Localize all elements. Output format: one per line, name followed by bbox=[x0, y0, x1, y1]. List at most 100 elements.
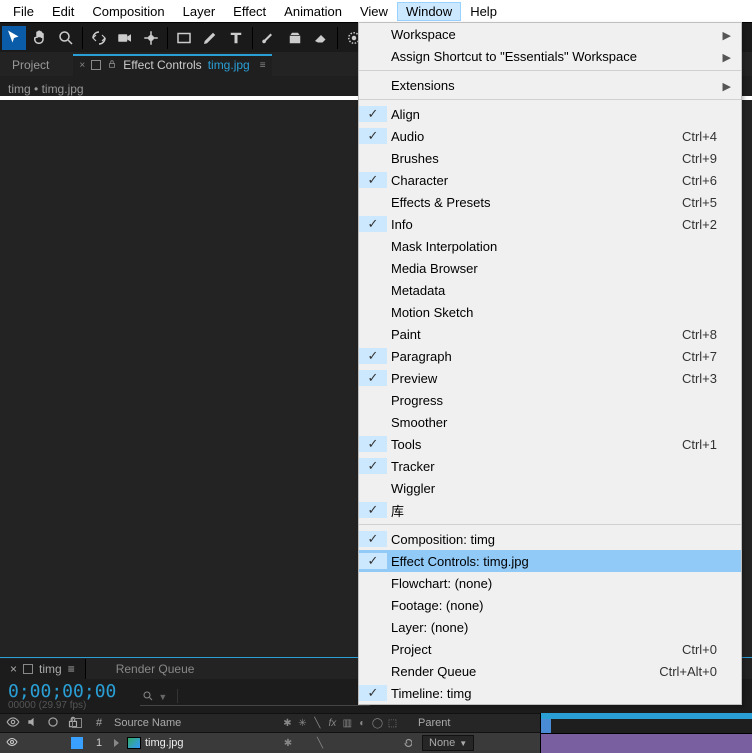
menu-item[interactable]: Wiggler bbox=[359, 477, 741, 499]
comp-icon bbox=[23, 664, 33, 674]
check-icon: ✓ bbox=[359, 436, 387, 452]
menu-item[interactable]: Effects & PresetsCtrl+5 bbox=[359, 191, 741, 213]
twirl-icon[interactable] bbox=[114, 739, 119, 747]
eye-column-icon[interactable] bbox=[6, 715, 20, 732]
menu-item[interactable]: ✓ParagraphCtrl+7 bbox=[359, 345, 741, 367]
selection-tool[interactable] bbox=[2, 26, 26, 50]
zoom-tool[interactable] bbox=[54, 26, 78, 50]
source-name-column-header[interactable]: Source Name bbox=[114, 717, 181, 729]
menu-animation[interactable]: Animation bbox=[275, 2, 351, 21]
camera-tool[interactable] bbox=[113, 26, 137, 50]
parent-dropdown[interactable]: None ▼ bbox=[422, 735, 474, 751]
layer-label-color[interactable] bbox=[71, 737, 83, 749]
layer-switch[interactable]: ✱ bbox=[282, 737, 294, 749]
check-icon: ✓ bbox=[359, 685, 387, 701]
menu-shortcut: Ctrl+Alt+0 bbox=[647, 664, 717, 679]
menu-item[interactable]: Media Browser bbox=[359, 257, 741, 279]
layer-switch[interactable] bbox=[330, 737, 342, 749]
menu-item[interactable]: BrushesCtrl+9 bbox=[359, 147, 741, 169]
speaker-column-icon[interactable] bbox=[26, 715, 40, 732]
label-column-icon[interactable] bbox=[72, 718, 82, 728]
menu-item[interactable]: ✓Timeline: timg bbox=[359, 682, 741, 704]
layer-switch[interactable]: ╲ bbox=[314, 737, 326, 749]
layer-switch[interactable] bbox=[298, 737, 310, 749]
menu-item[interactable]: ✓AudioCtrl+4 bbox=[359, 125, 741, 147]
menu-effect[interactable]: Effect bbox=[224, 2, 275, 21]
menu-composition[interactable]: Composition bbox=[83, 2, 173, 21]
menu-item[interactable]: ✓Effect Controls: timg.jpg bbox=[359, 550, 741, 572]
shy-switch-icon[interactable]: ✱ bbox=[282, 717, 293, 729]
parent-value: None bbox=[429, 737, 455, 749]
menu-item-label: Paragraph bbox=[387, 349, 670, 364]
check-icon: ✓ bbox=[359, 531, 387, 547]
rectangle-tool[interactable] bbox=[172, 26, 196, 50]
menu-item[interactable]: Workspace▶ bbox=[359, 23, 741, 45]
menu-item[interactable]: ✓InfoCtrl+2 bbox=[359, 213, 741, 235]
layer-visibility-toggle[interactable] bbox=[6, 736, 18, 751]
menu-item[interactable]: ✓Composition: timg bbox=[359, 528, 741, 550]
timeline-ruler[interactable] bbox=[540, 713, 752, 753]
menu-item[interactable]: Smoother bbox=[359, 411, 741, 433]
menu-edit[interactable]: Edit bbox=[43, 2, 83, 21]
tab-effect-controls[interactable]: × Effect Controls timg.jpg ≡ bbox=[73, 54, 271, 76]
pen-tool[interactable] bbox=[198, 26, 222, 50]
current-timecode[interactable]: 0;00;00;00 bbox=[0, 681, 124, 702]
menu-item[interactable]: ✓Align bbox=[359, 103, 741, 125]
brush-tool[interactable] bbox=[257, 26, 281, 50]
3d-switch-icon[interactable]: ⬚ bbox=[387, 717, 398, 729]
tab-project[interactable]: Project bbox=[6, 54, 55, 76]
timeline-tab-render-queue[interactable]: Render Queue bbox=[86, 662, 195, 676]
menu-item[interactable]: ProjectCtrl+0 bbox=[359, 638, 741, 660]
close-icon[interactable]: × bbox=[10, 662, 17, 676]
adjustment-icon[interactable]: ◯ bbox=[372, 717, 383, 729]
layer-search-input[interactable]: ▼ bbox=[140, 687, 370, 706]
menu-item[interactable]: ✓Tracker bbox=[359, 455, 741, 477]
quality-switch-icon[interactable]: ╲ bbox=[312, 717, 323, 729]
menu-item[interactable]: Metadata bbox=[359, 279, 741, 301]
check-icon: ✓ bbox=[359, 216, 387, 232]
menu-shortcut: Ctrl+6 bbox=[670, 173, 717, 188]
menu-item[interactable]: Motion Sketch bbox=[359, 301, 741, 323]
panel-menu-icon[interactable]: ≡ bbox=[68, 662, 75, 676]
menu-item[interactable]: Flowchart: (none) bbox=[359, 572, 741, 594]
orbit-tool[interactable] bbox=[87, 26, 111, 50]
menu-item[interactable]: ✓CharacterCtrl+6 bbox=[359, 169, 741, 191]
menu-item[interactable]: PaintCtrl+8 bbox=[359, 323, 741, 345]
frame-blend-icon[interactable]: ▥ bbox=[342, 717, 353, 729]
motion-blur-icon[interactable]: ◐ bbox=[357, 717, 368, 729]
eraser-tool[interactable] bbox=[309, 26, 333, 50]
menu-layer[interactable]: Layer bbox=[174, 2, 225, 21]
type-tool[interactable] bbox=[224, 26, 248, 50]
menu-item[interactable]: Render QueueCtrl+Alt+0 bbox=[359, 660, 741, 682]
menu-item[interactable]: Progress bbox=[359, 389, 741, 411]
pan-behind-tool[interactable] bbox=[139, 26, 163, 50]
menu-view[interactable]: View bbox=[351, 2, 397, 21]
menu-item[interactable]: Extensions▶ bbox=[359, 74, 741, 96]
menu-item[interactable]: Layer: (none) bbox=[359, 616, 741, 638]
menu-item[interactable]: Mask Interpolation bbox=[359, 235, 741, 257]
clone-stamp-tool[interactable] bbox=[283, 26, 307, 50]
playhead-handle[interactable] bbox=[541, 719, 551, 733]
fx-switch-icon[interactable]: fx bbox=[327, 717, 338, 729]
menu-item[interactable]: ✓ToolsCtrl+1 bbox=[359, 433, 741, 455]
timeline-tab-comp[interactable]: × timg ≡ bbox=[0, 659, 86, 679]
parent-column-header: Parent bbox=[406, 717, 450, 729]
lock-icon[interactable] bbox=[107, 58, 117, 72]
menu-item[interactable]: ✓PreviewCtrl+3 bbox=[359, 367, 741, 389]
menu-file[interactable]: File bbox=[4, 2, 43, 21]
menu-item-label: Layer: (none) bbox=[387, 620, 717, 635]
solo-column-icon[interactable] bbox=[46, 715, 60, 732]
collapse-switch-icon[interactable]: ✳ bbox=[297, 717, 308, 729]
menu-item[interactable]: Footage: (none) bbox=[359, 594, 741, 616]
panel-menu-icon[interactable]: ≡ bbox=[256, 60, 266, 71]
menu-item-label: Footage: (none) bbox=[387, 598, 717, 613]
pickwhip-icon[interactable] bbox=[398, 736, 412, 750]
menu-help[interactable]: Help bbox=[461, 2, 506, 21]
ec-comp-name: timg bbox=[8, 82, 31, 96]
menu-item[interactable]: Assign Shortcut to "Essentials" Workspac… bbox=[359, 45, 741, 67]
layer-duration-bar[interactable] bbox=[541, 733, 752, 753]
menu-item[interactable]: ✓库 bbox=[359, 499, 741, 521]
close-icon[interactable]: × bbox=[79, 60, 85, 71]
hand-tool[interactable] bbox=[28, 26, 52, 50]
menu-window[interactable]: Window bbox=[397, 2, 461, 21]
